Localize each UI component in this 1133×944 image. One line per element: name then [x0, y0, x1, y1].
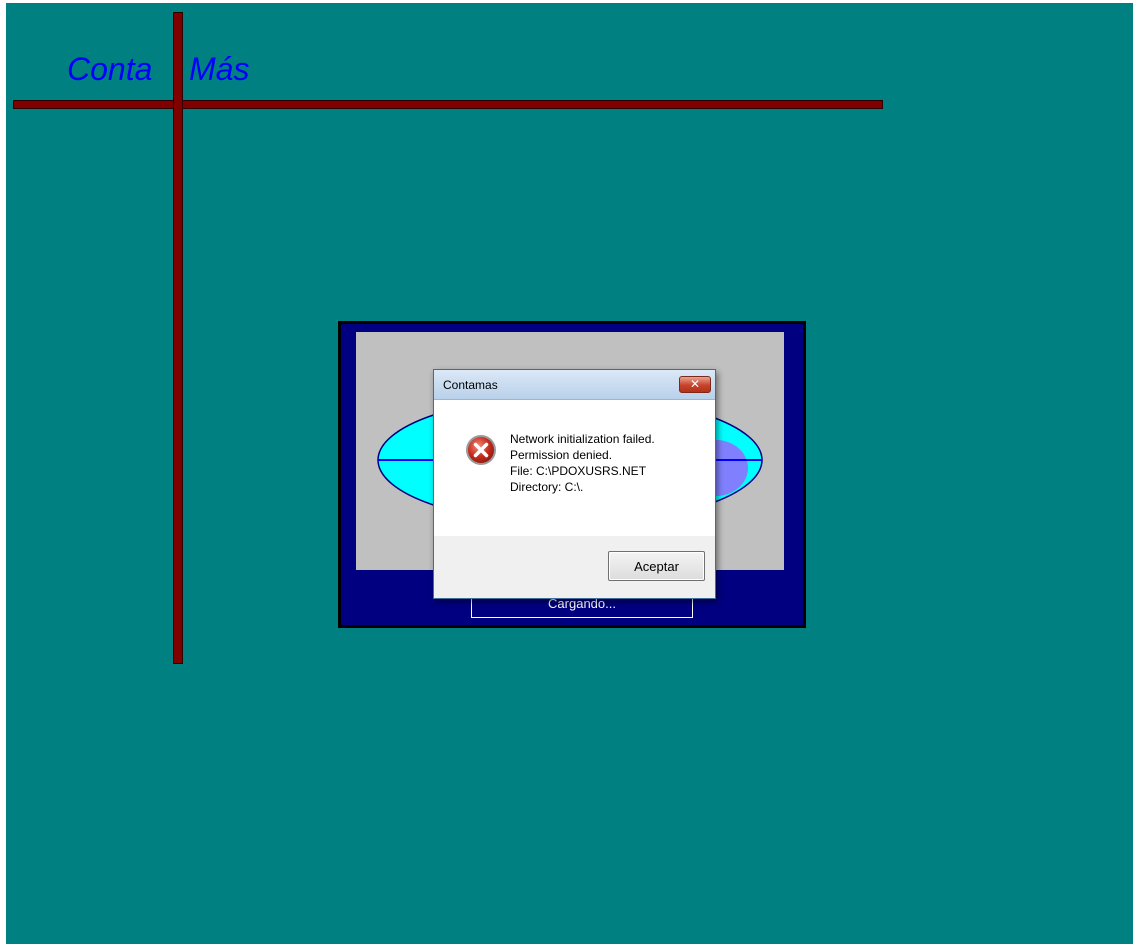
error-icon	[466, 435, 496, 465]
close-button[interactable]: ✕	[679, 376, 711, 393]
close-icon: ✕	[689, 377, 701, 391]
screen-edge-top	[0, 0, 1133, 3]
logo-conta: Conta	[67, 51, 153, 87]
dialog-title: Contamas	[443, 378, 498, 392]
aceptar-button[interactable]: Aceptar	[608, 551, 705, 581]
error-dialog: Contamas ✕ Network initialization failed…	[433, 369, 716, 599]
error-message: Network initialization failed. Permissio…	[510, 431, 655, 495]
message-line: File: C:\PDOXUSRS.NET	[510, 464, 647, 478]
logo-mas: Más	[189, 51, 250, 87]
dialog-titlebar[interactable]: Contamas ✕	[434, 370, 715, 400]
screen-edge-left	[0, 0, 6, 944]
message-line: Network initialization failed.	[510, 432, 655, 446]
message-line: Permission denied.	[510, 448, 613, 462]
logo-horizontal-bar	[13, 100, 883, 109]
dialog-body: Network initialization failed. Permissio…	[434, 400, 715, 536]
message-line: Directory: C:\.	[510, 480, 584, 494]
logo-vertical-bar	[173, 12, 183, 664]
